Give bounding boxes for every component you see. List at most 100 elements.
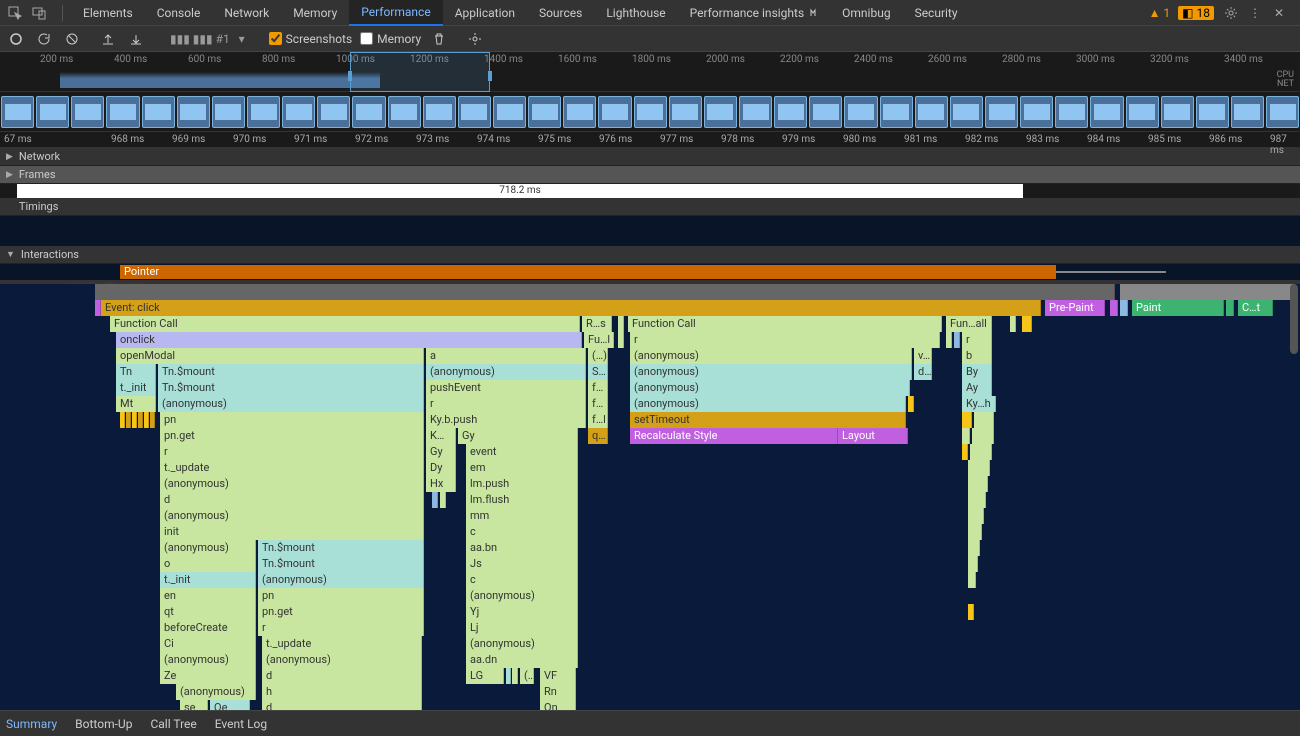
- screenshot-thumb[interactable]: [36, 96, 69, 128]
- clear-icon[interactable]: [62, 29, 82, 49]
- flame-Event-click[interactable]: Event: click: [101, 300, 1041, 316]
- flame-Js[interactable]: Js: [466, 556, 578, 572]
- memory-checkbox[interactable]: Memory: [360, 32, 421, 46]
- flame-[interactable]: [432, 492, 438, 508]
- screenshot-thumb[interactable]: [669, 96, 702, 128]
- screenshot-thumb[interactable]: [704, 96, 737, 128]
- flame-[interactable]: [968, 460, 990, 476]
- screenshot-thumb[interactable]: [106, 96, 139, 128]
- screenshot-thumb[interactable]: [844, 96, 877, 128]
- flame-se[interactable]: se: [180, 700, 208, 710]
- screenshot-thumb[interactable]: [985, 96, 1018, 128]
- tab-network[interactable]: Network: [212, 0, 281, 26]
- flame-[interactable]: [132, 412, 137, 428]
- flame-beforeCreate[interactable]: beforeCreate: [160, 620, 256, 636]
- flame-[interactable]: [968, 476, 988, 492]
- screenshot-thumb[interactable]: [880, 96, 913, 128]
- screenshot-thumb[interactable]: [1231, 96, 1264, 128]
- flame-Gy[interactable]: Gy: [458, 428, 578, 444]
- flame-t-_update[interactable]: t._update: [262, 636, 422, 652]
- screenshot-thumb[interactable]: [352, 96, 385, 128]
- device-icon[interactable]: [30, 4, 48, 22]
- screenshot-thumb[interactable]: [739, 96, 772, 128]
- flame-[interactable]: [970, 444, 992, 460]
- flame-[interactable]: [974, 412, 994, 428]
- screenshot-thumb[interactable]: [142, 96, 175, 128]
- inspect-icon[interactable]: [6, 4, 24, 22]
- tab-summary[interactable]: Summary: [6, 717, 57, 731]
- tab-performance-insights[interactable]: Performance insights: [678, 0, 831, 26]
- kebab-icon[interactable]: ⋮: [1246, 4, 1264, 22]
- tab-elements[interactable]: Elements: [71, 0, 145, 26]
- flame-Paint[interactable]: Paint: [1132, 300, 1224, 316]
- flame-Ze[interactable]: Ze: [160, 668, 256, 684]
- screenshots-checkbox[interactable]: Screenshots: [269, 32, 352, 46]
- overview-selection[interactable]: [350, 52, 490, 92]
- flame--anonymous-[interactable]: (anonymous): [426, 364, 586, 380]
- flame-em[interactable]: em: [466, 460, 578, 476]
- flame-[interactable]: [120, 412, 125, 428]
- flame--anonymous-[interactable]: (anonymous): [466, 588, 578, 604]
- tab-call-tree[interactable]: Call Tree: [150, 717, 196, 731]
- flame-[interactable]: [968, 540, 980, 556]
- flame-[interactable]: [1010, 316, 1016, 332]
- flame--anonymous-[interactable]: (anonymous): [160, 508, 424, 524]
- flame-Dy[interactable]: Dy: [426, 460, 456, 476]
- screenshot-thumb[interactable]: [423, 96, 456, 128]
- screenshot-thumb[interactable]: [493, 96, 526, 128]
- tab-omnibug[interactable]: Omnibug: [830, 0, 902, 26]
- flame-LG[interactable]: LG: [466, 668, 504, 684]
- flame-q-[interactable]: q…: [588, 428, 608, 444]
- flame-scrollbar[interactable]: [1290, 284, 1298, 354]
- flame-f-[interactable]: f…: [588, 396, 608, 412]
- gear-icon[interactable]: [1222, 4, 1240, 22]
- tab-console[interactable]: Console: [145, 0, 213, 26]
- flame-o[interactable]: o: [160, 556, 256, 572]
- flame-Qn[interactable]: Qn: [540, 700, 576, 710]
- timeline-overview[interactable]: 200 ms400 ms600 ms800 ms1000 ms1200 ms14…: [0, 52, 1300, 92]
- flame-S-[interactable]: S…: [588, 364, 608, 380]
- flame-lm-flush[interactable]: lm.flush: [466, 492, 578, 508]
- flame-[interactable]: [962, 444, 968, 460]
- flame-[interactable]: [440, 492, 446, 508]
- flame-b[interactable]: b: [962, 348, 992, 364]
- screenshot-thumb[interactable]: [1020, 96, 1053, 128]
- flame-[interactable]: [1120, 300, 1128, 316]
- close-icon[interactable]: ✕: [1270, 4, 1288, 22]
- flame-[interactable]: [908, 396, 914, 412]
- screenshot-thumb[interactable]: [774, 96, 807, 128]
- flame-[interactable]: [126, 412, 131, 428]
- flame-Fu-l[interactable]: Fu…l: [584, 332, 614, 348]
- flame-[interactable]: [962, 428, 970, 444]
- flame-K-[interactable]: K…: [426, 428, 456, 444]
- flame-Function-Call[interactable]: Function Call: [628, 316, 942, 332]
- download-icon[interactable]: [126, 29, 146, 49]
- settings-gear-icon[interactable]: [465, 29, 485, 49]
- flame-en[interactable]: en: [160, 588, 256, 604]
- tab-security[interactable]: Security: [903, 0, 970, 26]
- tab-lighthouse[interactable]: Lighthouse: [594, 0, 677, 26]
- flame-[interactable]: [512, 668, 518, 684]
- screenshot-thumb[interactable]: [1, 96, 34, 128]
- screenshot-thumb[interactable]: [317, 96, 350, 128]
- flame--anonymous-[interactable]: (anonymous): [160, 476, 424, 492]
- screenshot-thumb[interactable]: [1266, 96, 1299, 128]
- tab-sources[interactable]: Sources: [527, 0, 594, 26]
- flame-Function-Call[interactable]: Function Call: [110, 316, 580, 332]
- screenshot-thumb[interactable]: [388, 96, 421, 128]
- flame-Ky-b-push[interactable]: Ky.b.push: [426, 412, 586, 428]
- flame-Recalculate-Style[interactable]: Recalculate Style: [630, 428, 838, 444]
- flame-[interactable]: [968, 524, 982, 540]
- flame-qt[interactable]: qt: [160, 604, 256, 620]
- flame-d[interactable]: d: [262, 700, 422, 710]
- flame-[interactable]: [968, 604, 974, 620]
- flame--anonymous-[interactable]: (anonymous): [160, 540, 256, 556]
- flame-d-[interactable]: d…: [914, 364, 932, 380]
- screenshot-thumb[interactable]: [634, 96, 667, 128]
- flame-Tn-mount[interactable]: Tn.$mount: [258, 540, 424, 556]
- flame-c[interactable]: c: [466, 572, 578, 588]
- reload-icon[interactable]: [34, 29, 54, 49]
- flame-chart[interactable]: Event: clickPre-PaintPaintC…tFunction Ca…: [0, 284, 1300, 710]
- flame-event[interactable]: event: [466, 444, 578, 460]
- warning-count[interactable]: ▲ 1: [1149, 6, 1171, 20]
